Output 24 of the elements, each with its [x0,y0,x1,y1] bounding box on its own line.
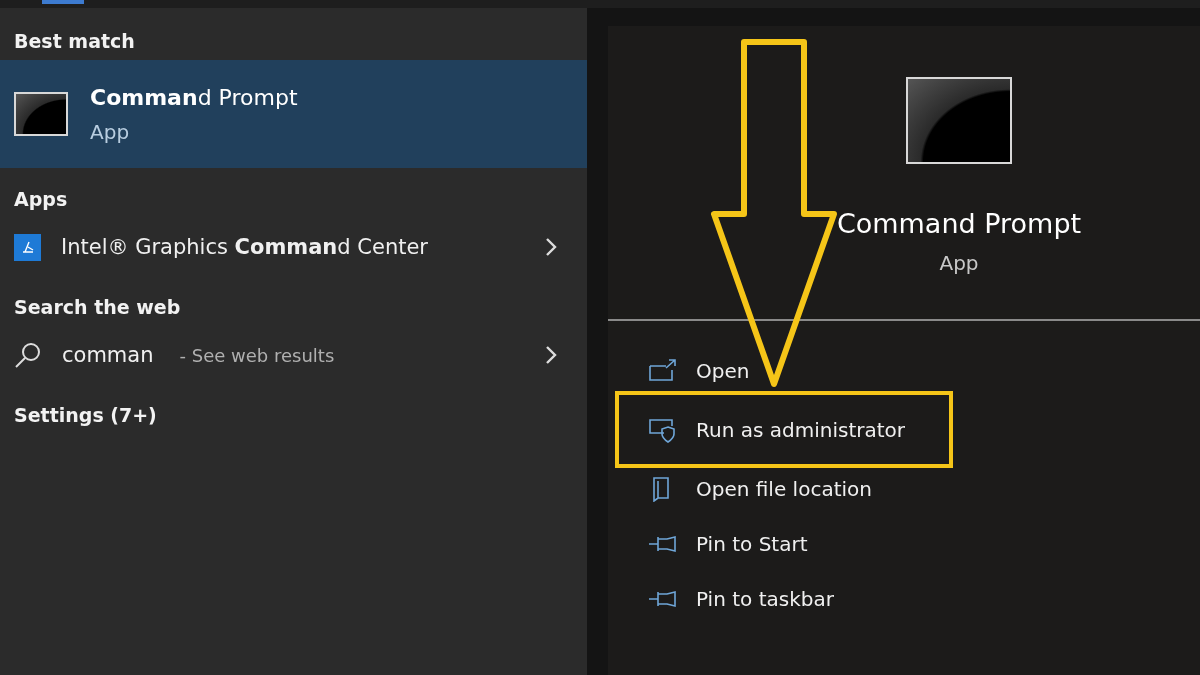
action-item[interactable]: Pin to taskbar [615,571,878,626]
app-result[interactable]: Intel® Graphics Command Center [61,235,525,259]
section-heading: Search the web [13,295,182,320]
section-heading[interactable]: Settings (7+) [0,396,587,434]
app-title: Command Prompt [836,208,1082,239]
shield-icon [648,416,678,443]
open-icon [648,357,678,384]
chevron-right-icon[interactable] [545,345,557,365]
result-type: App [90,119,131,144]
terminal-icon [906,77,1012,164]
action-item[interactable]: Pin to Start [615,516,852,571]
chevron-right-icon[interactable] [545,237,557,257]
terminal-icon [14,92,68,136]
section-heading: Best match [13,29,136,54]
search-icon [14,341,42,369]
result-title: Command Prompt [90,84,298,110]
best-match-item[interactable]: Command Prompt App [0,60,587,168]
section-heading: Apps [13,187,69,212]
app-type: App [939,251,979,275]
search-query[interactable]: comman [62,343,154,367]
web-results-hint: - See web results [179,344,336,366]
app-icon [14,233,41,261]
action-item[interactable]: Run as administrator [615,391,953,468]
active-tab-indicator [42,0,84,4]
